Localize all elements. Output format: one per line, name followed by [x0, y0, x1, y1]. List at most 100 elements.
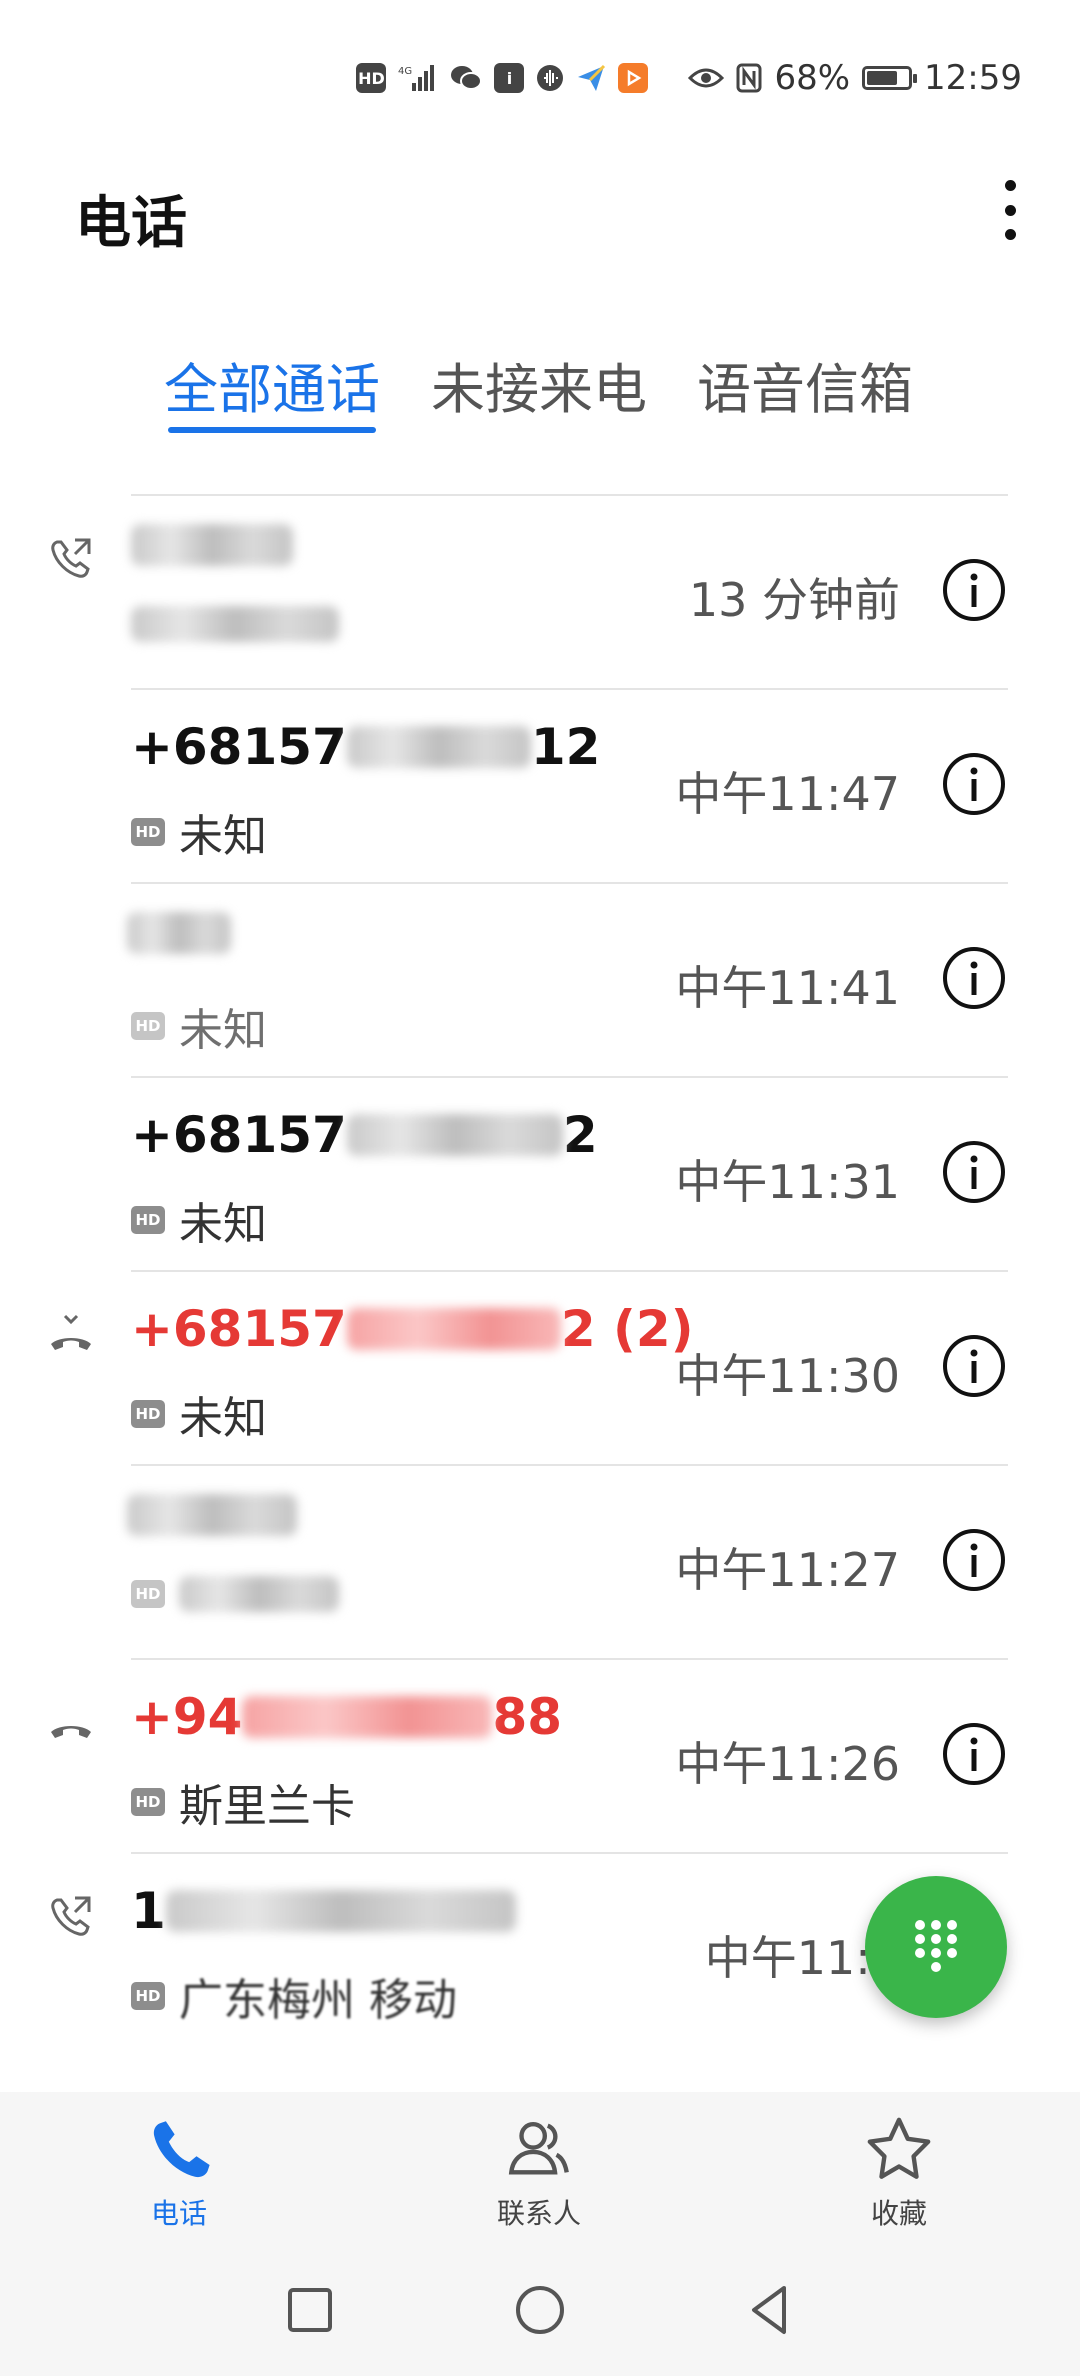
info-icon[interactable]: [941, 1721, 1007, 1787]
back-icon[interactable]: [738, 2278, 802, 2342]
number-suffix: 12: [530, 718, 601, 776]
call-subtitle: [131, 606, 339, 642]
hd-icon: HD: [131, 1400, 165, 1428]
call-row[interactable]: HD 中午11:27: [0, 1464, 1080, 1658]
call-row[interactable]: +68157 12 HD 未知 中午11:47: [0, 688, 1080, 882]
call-time: 中午11:27: [675, 1543, 900, 1597]
active-tab-indicator: [168, 427, 376, 433]
clock: 12:59: [924, 58, 1022, 98]
info-icon[interactable]: [941, 557, 1007, 623]
hd-icon: HD: [131, 1012, 165, 1040]
info-icon[interactable]: [941, 751, 1007, 817]
call-subtitle: HD 未知: [131, 800, 267, 864]
info-icon[interactable]: [941, 1333, 1007, 1399]
call-row[interactable]: +68157 2 (2) HD 未知 中午11:30: [0, 1270, 1080, 1464]
redacted-name: [131, 524, 293, 566]
caller-number: +68157 12: [131, 718, 600, 776]
home-icon[interactable]: [508, 2278, 572, 2342]
caller-name: [127, 912, 231, 954]
contacts-icon: [508, 2122, 569, 2175]
star-icon: [867, 2117, 931, 2179]
hd-icon: HD: [131, 818, 165, 846]
battery-icon: [862, 66, 918, 90]
number-prefix: +68157: [131, 1106, 347, 1164]
number-prefix: +94: [131, 1688, 243, 1746]
nav-label: 联系人: [496, 2197, 581, 2230]
hd-icon: HD: [131, 1788, 165, 1816]
number-prefix: +68157: [131, 1300, 347, 1358]
tab-label: 全部通话: [164, 358, 380, 421]
number-suffix: 2: [562, 1106, 598, 1164]
redacted-name: [127, 1494, 297, 1536]
svg-text:4G: 4G: [398, 66, 412, 77]
caller-location: 未知: [179, 811, 267, 862]
tab-missed-calls[interactable]: 未接来电: [431, 345, 647, 424]
redacted-name: [127, 912, 231, 954]
nav-phone[interactable]: 电话: [79, 2114, 279, 2232]
redacted-digits: [346, 1308, 561, 1350]
info-app-icon: i: [494, 63, 525, 93]
status-icons: HD 4G i 68% 12:59: [356, 58, 1022, 98]
redacted-location: [179, 1576, 339, 1612]
phone-icon: [153, 2121, 210, 2178]
audio-app-icon: [536, 64, 564, 92]
video-app-icon: [618, 63, 649, 93]
hd-icon: HD: [131, 1580, 165, 1608]
nfc-icon: [736, 63, 762, 93]
bottom-nav: 电话 联系人 收藏: [0, 2092, 1080, 2244]
caller-number: 1: [131, 1882, 516, 1940]
caller-number: +94 88: [131, 1688, 562, 1746]
redacted-digits: [165, 1890, 516, 1932]
divider: [131, 688, 1008, 690]
tab-label: 未接来电: [431, 358, 647, 421]
divider: [131, 1658, 1008, 1660]
recents-icon[interactable]: [278, 2278, 342, 2342]
call-row[interactable]: 13 分钟前: [0, 494, 1080, 688]
number-suffix: 88: [492, 1688, 563, 1746]
call-time: 中午11:47: [675, 767, 900, 821]
divider: [131, 1852, 1008, 1854]
call-time: 中午11:41: [675, 961, 900, 1015]
hd-icon: HD: [131, 1206, 165, 1234]
call-time: 13 分钟前: [688, 573, 900, 627]
tab-voicemail[interactable]: 语音信箱: [697, 345, 913, 424]
call-row[interactable]: +94 88 HD 斯里兰卡 中午11:26: [0, 1658, 1080, 1852]
redacted-digits: [346, 1114, 563, 1156]
call-subtitle: HD 未知: [131, 1188, 267, 1252]
call-subtitle: HD: [131, 1576, 339, 1612]
dialpad-button[interactable]: [865, 1876, 1007, 2018]
nav-label: 电话: [150, 2197, 207, 2230]
call-time: 中午11:26: [675, 1737, 900, 1791]
call-time: 中午11:31: [675, 1155, 900, 1209]
missed-call-icon: [51, 1314, 91, 1350]
system-nav-bar: [0, 2244, 1080, 2376]
caller-location: 未知: [179, 1199, 267, 1250]
info-icon[interactable]: [941, 945, 1007, 1011]
tab-label: 语音信箱: [697, 358, 913, 421]
number-prefix: 1: [131, 1882, 166, 1940]
nav-favorites[interactable]: 收藏: [799, 2114, 999, 2232]
caller-location: 未知: [179, 1393, 267, 1444]
info-icon[interactable]: [941, 1139, 1007, 1205]
divider: [131, 494, 1008, 496]
redacted-digits: [242, 1696, 493, 1738]
tab-all-calls[interactable]: 全部通话: [164, 345, 380, 433]
call-time: 中午11:30: [675, 1349, 900, 1403]
call-row[interactable]: +68157 2 HD 未知 中午11:31: [0, 1076, 1080, 1270]
eye-comfort-icon: [688, 66, 725, 90]
hd-icon: HD: [131, 1982, 165, 2010]
call-row[interactable]: HD 未知 中午11:41: [0, 882, 1080, 1076]
tab-bar: 全部通话 未接来电 语音信箱: [0, 345, 1080, 465]
caller-location: 斯里兰卡: [179, 1781, 355, 1832]
nav-label: 收藏: [870, 2197, 927, 2230]
send-app-icon: [576, 63, 606, 93]
wechat-icon: [450, 64, 483, 92]
more-options-icon[interactable]: [992, 180, 1028, 240]
outgoing-call-icon: [51, 1896, 91, 1936]
caller-name: [131, 524, 293, 566]
info-icon[interactable]: [941, 1527, 1007, 1593]
nav-contacts[interactable]: 联系人: [439, 2114, 639, 2232]
number-prefix: +68157: [131, 718, 347, 776]
caller-number: +68157 2 (2): [131, 1300, 694, 1358]
number-suffix: 2 (2): [560, 1300, 694, 1358]
